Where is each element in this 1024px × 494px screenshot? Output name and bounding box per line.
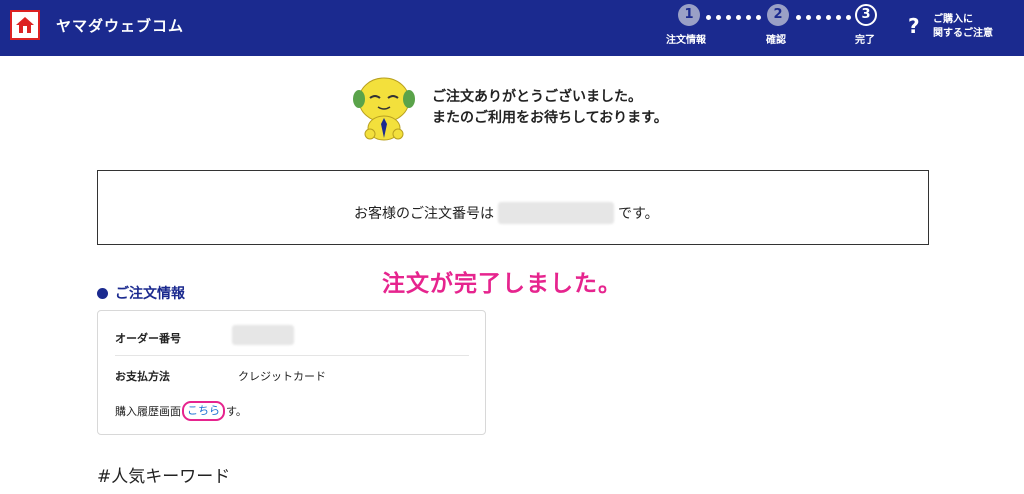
purchase-history-line: 購入履歴画面 こちら す。 [115, 401, 247, 421]
row-divider [115, 355, 469, 356]
order-number-redacted [498, 202, 614, 224]
yamada-logo[interactable] [10, 10, 40, 40]
house-icon [16, 17, 34, 33]
popular-keywords-heading: #人気キーワード [97, 467, 231, 487]
brand-name[interactable]: ヤマダウェブコム [56, 15, 184, 36]
purchase-notes-link[interactable]: ご購入に 関するご注意 [933, 13, 993, 41]
history-suffix: す。 [226, 405, 247, 418]
site-header: ヤマダウェブコム 1 注文情報 2 確認 3 完了 ? ご購入に 関するご注意 [0, 0, 1024, 56]
payment-method-label: お支払方法 [115, 370, 170, 383]
payment-method-value: クレジットカード [238, 370, 326, 383]
order-number-line: お客様のご注文番号は です。 [354, 202, 659, 224]
step-1-label: 注文情報 [666, 35, 706, 46]
thank-you-message: ご注文ありがとうございました。 またのご利用をお待ちしております。 [432, 87, 668, 129]
mascot-illustration [353, 77, 415, 141]
step-dots-2 [796, 15, 851, 21]
step-1-circle: 1 [678, 4, 700, 26]
order-number-suffix: です。 [618, 206, 659, 222]
thanks-line-2: またのご利用をお待ちしております。 [432, 110, 668, 126]
step-2-label: 確認 [766, 35, 786, 46]
order-info-title: ご注文情報 [115, 286, 185, 302]
history-prefix: 購入履歴画面 [115, 405, 181, 418]
purchase-history-link[interactable]: こちら [182, 401, 225, 421]
bullet-icon [97, 287, 108, 299]
step-3-circle: 3 [855, 4, 877, 26]
help-question-icon[interactable]: ? [908, 14, 920, 38]
completion-annotation: 注文が完了しました。 [382, 271, 622, 297]
order-number-label: オーダー番号 [115, 332, 181, 345]
order-number-prefix: お客様のご注文番号は [354, 206, 494, 222]
help-line-1: ご購入に [933, 14, 973, 25]
order-number-value-redacted [232, 325, 294, 345]
help-line-2: 関するご注意 [933, 28, 993, 39]
step-3-label: 完了 [855, 35, 875, 46]
thanks-line-1: ご注文ありがとうございました。 [432, 89, 642, 105]
order-info-card: オーダー番号 お支払方法 クレジットカード 購入履歴画面 こちら す。 [97, 310, 486, 435]
order-info-heading: ご注文情報 [97, 283, 185, 303]
step-dots-1 [706, 15, 761, 21]
step-2-circle: 2 [767, 4, 789, 26]
